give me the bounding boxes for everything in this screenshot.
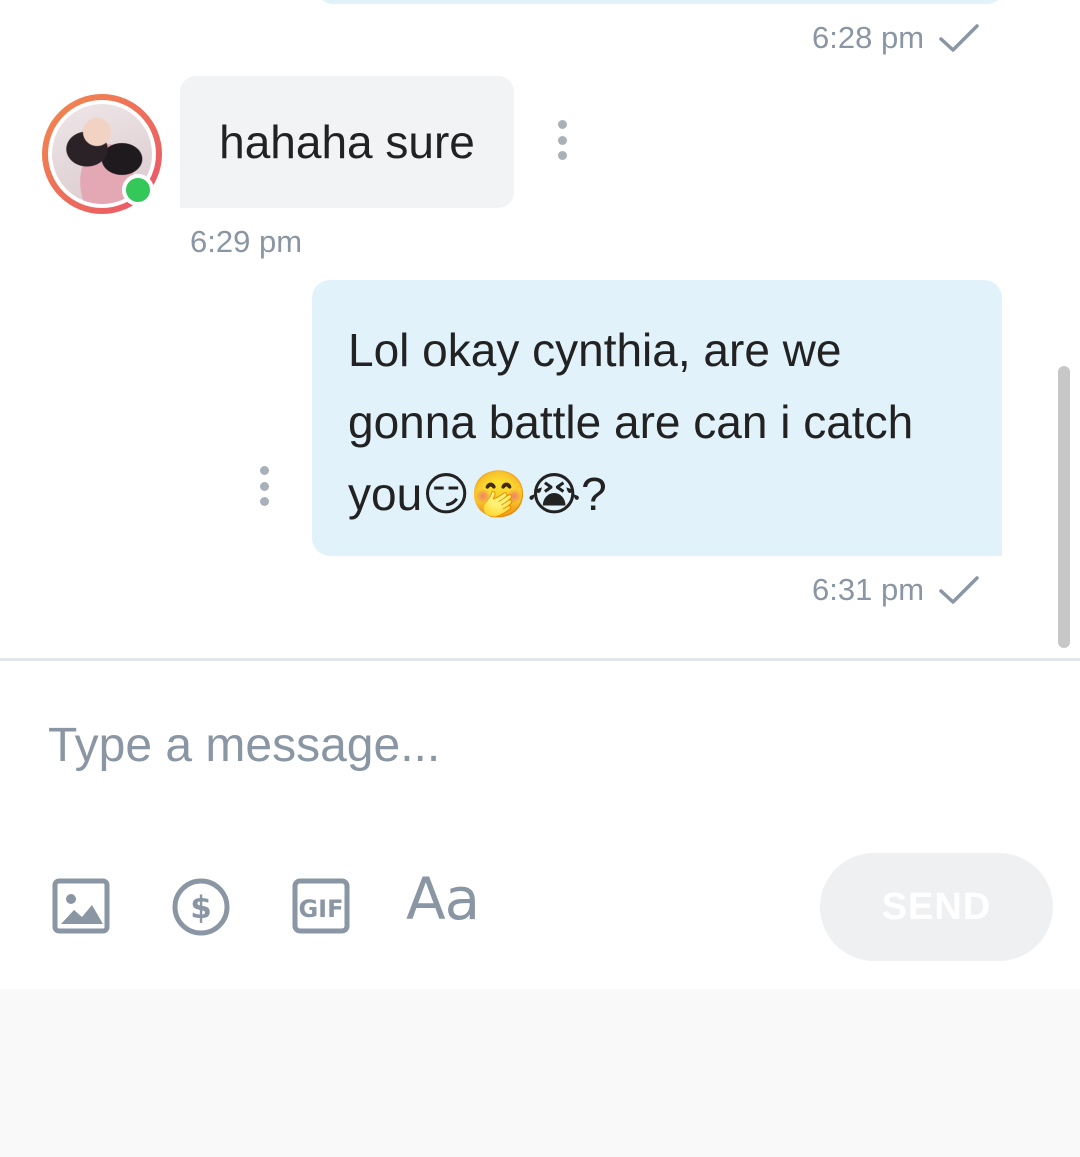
check-icon — [939, 24, 979, 52]
previous-message-bubble[interactable] — [318, 0, 1002, 4]
dollar-icon: $ — [172, 878, 230, 936]
check-icon — [939, 576, 979, 604]
message-meta-2: 6:29 pm — [190, 224, 302, 260]
message-options-icon[interactable] — [256, 466, 272, 506]
message-time: 6:29 pm — [190, 224, 303, 259]
message-time: 6:31 pm — [812, 572, 925, 607]
gif-button[interactable]: GIF — [290, 875, 354, 939]
send-tip-button[interactable]: $ — [170, 875, 234, 939]
incoming-message-bubble[interactable]: hahaha sure — [180, 76, 514, 208]
message-composer: $ GIF Aa SEND — [0, 661, 1080, 989]
image-icon — [52, 878, 110, 934]
send-button[interactable]: SEND — [820, 853, 1053, 961]
gif-icon: GIF — [292, 878, 350, 934]
message-time: 6:28 pm — [812, 20, 925, 55]
message-meta-3: 6:31 pm — [812, 572, 980, 608]
message-text: hahaha sure — [219, 116, 475, 168]
scrollbar[interactable] — [1058, 366, 1070, 648]
message-list[interactable]: 6:28 pm hahaha sure 6:29 pm Lol okay cyn… — [0, 0, 1080, 658]
message-options-icon[interactable] — [554, 120, 570, 160]
avatar[interactable] — [42, 94, 162, 214]
svg-text:$: $ — [190, 890, 212, 926]
message-input[interactable] — [48, 705, 1028, 785]
message-text: Lol okay cynthia, are we gonna battle ar… — [348, 324, 914, 520]
text-format-icon[interactable]: Aa — [406, 865, 480, 933]
keyboard-area — [0, 989, 1080, 1157]
attach-image-button[interactable] — [50, 875, 114, 939]
outgoing-message-bubble[interactable]: Lol okay cynthia, are we gonna battle ar… — [312, 280, 1002, 556]
svg-text:GIF: GIF — [298, 895, 343, 923]
online-status-icon — [122, 174, 154, 206]
message-meta-1: 6:28 pm — [812, 20, 980, 56]
